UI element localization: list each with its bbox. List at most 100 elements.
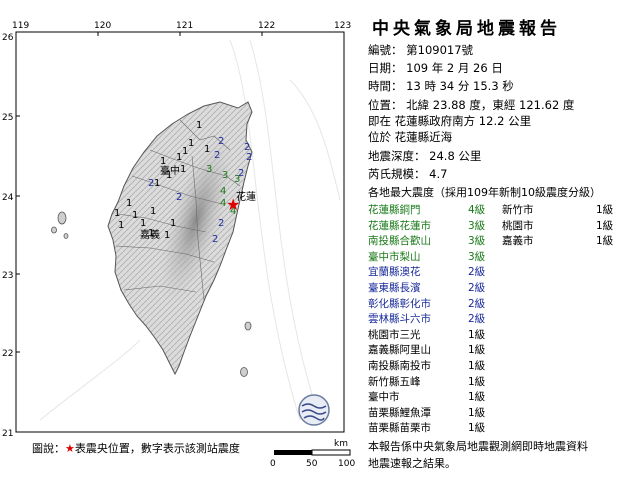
epicenter-label: 花蓮 (236, 190, 256, 203)
scale-tick: 0 (270, 459, 276, 469)
station-name: 南投縣合歡山 (368, 235, 431, 248)
lat-tick-label: 22 (2, 349, 13, 359)
lon-axis: 119 120 121 122 123 (12, 21, 351, 31)
report-position: 位置： 北緯 23.88 度，東經 121.62 度 (368, 98, 575, 112)
max-intensity-header: 各地最大震度（採用109年新制10級震度分級） (368, 186, 601, 199)
intensity-mark: 1 (160, 156, 166, 167)
station-intensity: 3級 (468, 250, 486, 263)
intensity-mark: 1 (154, 178, 160, 189)
station-intensity: 2級 (468, 297, 486, 310)
intensity-mark: 2 (212, 234, 218, 245)
intensity-mark: 1 (188, 138, 194, 149)
intensity-mark: 2 (214, 150, 220, 161)
station-intensity: 1級 (468, 375, 486, 388)
report-time: 時間： 13 時 34 分 15.3 秒 (368, 79, 514, 93)
lon-tick-label: 120 (94, 21, 111, 31)
report-panel: 中央氣象局地震報告 編號： 第109017號 日期： 109 年 2 月 26 … (362, 0, 640, 480)
report-region: 位於 花蓮縣近海 (368, 130, 453, 144)
intensity-mark: 3 (234, 174, 240, 185)
station-intensity: 1級 (468, 328, 486, 341)
intensity-mark: 3 (206, 164, 212, 175)
lat-tick-label: 23 (2, 271, 13, 281)
intensity-mark: 2 (176, 192, 182, 203)
lat-tick-label: 21 (2, 429, 13, 439)
intensity-mark: 1 (164, 230, 170, 241)
intensity-mark: 2 (218, 136, 224, 147)
lat-tick-label: 24 (2, 193, 14, 203)
intensity-mark: 1 (114, 208, 120, 219)
station-name: 彰化縣彰化市 (368, 297, 431, 310)
station-intensity: 1級 (468, 391, 486, 404)
legend-star-icon: ★ (65, 442, 75, 455)
station-intensity: 2級 (468, 313, 486, 326)
station-intensity: 2級 (468, 282, 486, 294)
station-name: 臺中市梨山 (368, 250, 421, 263)
station-name: 苗栗縣鯉魚潭 (368, 406, 431, 419)
station-intensity: 1級 (468, 406, 486, 419)
station-name: 花蓮縣花蓮市 (368, 219, 431, 232)
intensity-mark: 2 (218, 218, 224, 229)
report-date: 日期： 109 年 2 月 26 日 (368, 61, 503, 75)
report-title: 中央氣象局地震報告 (372, 19, 561, 39)
station-name: 桃園市三光 (368, 328, 421, 341)
lon-tick-label: 122 (258, 21, 275, 31)
map-svg: 119 120 121 122 123 26 25 24 23 22 21 臺中… (2, 21, 355, 469)
cwb-logo (298, 394, 330, 426)
station-name: 雲林縣斗六市 (368, 313, 431, 326)
report-depth: 地震深度： 24.8 公里 (368, 149, 482, 163)
lat-tick-label: 26 (2, 33, 14, 43)
intensity-mark: 2 (148, 178, 154, 189)
station-name: 宜蘭縣澳花 (368, 266, 421, 279)
intensity-mark: 1 (166, 170, 172, 181)
legend-prefix: 圖說： (32, 442, 65, 455)
station-name: 桃園市 (502, 219, 534, 232)
intensity-mark: 2 (246, 152, 252, 163)
station-name: 嘉義市 (502, 235, 534, 248)
legend-text: 表震央位置，數字表示該測站震度 (74, 442, 240, 455)
report-number: 編號： 第109017號 (368, 43, 474, 57)
scale-tick: 100 (338, 459, 355, 469)
intensity-mark: 1 (150, 206, 156, 217)
station-intensity: 1級 (468, 360, 486, 372)
intensity-mark: 1 (148, 228, 154, 239)
intensity-mark: 1 (204, 144, 210, 155)
intensity-mark: 1 (126, 198, 132, 209)
station-name: 苗栗縣苗栗市 (368, 422, 431, 435)
station-intensity: 3級 (468, 235, 486, 248)
station-intensity: 2級 (468, 266, 486, 279)
lon-tick-label: 119 (12, 21, 29, 31)
station-intensity: 1級 (596, 204, 614, 216)
station-name: 新竹市 (502, 204, 534, 216)
map-legend: 圖說：★表震央位置，數字表示該測站震度 (32, 440, 240, 456)
scale-bar: km 0 50 100 (270, 439, 355, 469)
station-name: 臺東縣長濱 (368, 282, 421, 294)
intensity-mark: 1 (180, 164, 186, 175)
station-intensity: 4級 (468, 204, 486, 216)
report-magnitude: 芮氏規模： 4.7 (368, 167, 448, 181)
station-name: 新竹縣五峰 (368, 375, 421, 388)
intensity-mark: 1 (132, 210, 138, 221)
scale-unit: km (334, 439, 348, 449)
station-intensity: 1級 (468, 422, 486, 435)
intensity-mark: 1 (196, 120, 202, 131)
station-name: 南投縣南投市 (368, 360, 431, 372)
intensity-mark: 1 (170, 218, 176, 229)
station-intensity: 1級 (596, 219, 614, 232)
station-name: 花蓮縣銅門 (368, 204, 421, 216)
station-name: 臺中市 (368, 391, 400, 404)
scale-tick: 50 (306, 459, 318, 469)
intensity-mark: 1 (140, 218, 146, 229)
intensity-mark: 3 (222, 170, 228, 181)
report-footer-line1: 本報告係中央氣象局地震觀測網即時地震資料 (368, 440, 588, 453)
lat-axis: 26 25 24 23 22 21 (2, 33, 14, 439)
report-relative-location: 即在 花蓮縣政府南方 12.2 公里 (368, 114, 532, 128)
lon-tick-label: 123 (334, 21, 351, 31)
intensity-map: 119 120 121 122 123 26 25 24 23 22 21 臺中… (0, 0, 360, 480)
station-name: 嘉義縣阿里山 (368, 344, 431, 357)
station-intensity: 1級 (468, 344, 486, 357)
intensity-mark: 1 (118, 220, 124, 231)
lon-tick-label: 121 (176, 21, 193, 31)
station-intensity: 1級 (596, 235, 614, 248)
station-intensity: 3級 (468, 219, 486, 232)
report-footer-line2: 地震速報之結果。 (368, 457, 456, 470)
